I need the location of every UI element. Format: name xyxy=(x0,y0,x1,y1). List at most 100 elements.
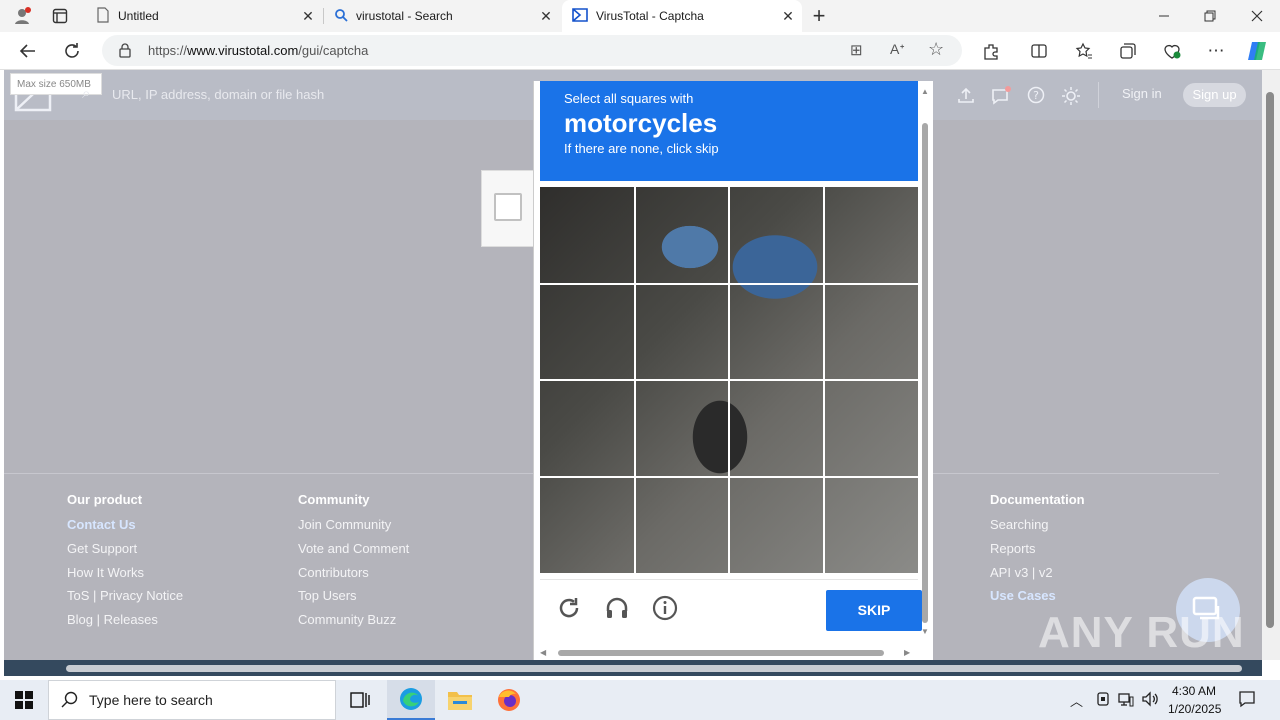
copilot-icon[interactable] xyxy=(1243,37,1271,65)
minimize-icon[interactable] xyxy=(1150,2,1178,30)
captcha-tile[interactable] xyxy=(635,477,730,574)
scroll-thumb[interactable] xyxy=(558,650,884,656)
captcha-tile[interactable] xyxy=(540,284,635,381)
footer-link-join-community[interactable]: Join Community xyxy=(298,517,409,541)
captcha-tile[interactable] xyxy=(635,187,730,284)
audio-challenge-icon[interactable] xyxy=(602,595,632,625)
taskbar-search-box[interactable]: Type here to search xyxy=(48,680,336,720)
page-horizontal-scrollbar[interactable] xyxy=(4,660,1262,676)
footer-heading: Documentation xyxy=(990,492,1085,507)
captcha-tile[interactable] xyxy=(824,284,919,381)
footer-documentation: Documentation Searching Reports API v3 |… xyxy=(990,492,1085,612)
close-tab-icon[interactable]: ✕ xyxy=(300,8,316,24)
footer-link-searching[interactable]: Searching xyxy=(990,517,1085,541)
split-screen-icon[interactable] xyxy=(1025,37,1053,65)
captcha-tile[interactable] xyxy=(729,477,824,574)
captcha-tile[interactable] xyxy=(729,187,824,284)
footer-link-contributors[interactable]: Contributors xyxy=(298,565,409,589)
sign-up-button[interactable]: Sign up xyxy=(1183,83,1246,107)
footer-link-contact-us[interactable]: Contact Us xyxy=(67,517,183,541)
taskbar-clock-date[interactable]: 1/20/2025 xyxy=(1168,702,1221,716)
task-view-icon[interactable] xyxy=(336,680,384,720)
footer-link-vote-comment[interactable]: Vote and Comment xyxy=(298,541,409,565)
captcha-tile[interactable] xyxy=(540,477,635,574)
footer-link-api[interactable]: API v3 | v2 xyxy=(990,565,1085,589)
chat-icon[interactable] xyxy=(991,86,1011,106)
footer-heading: Our product xyxy=(67,492,143,507)
info-icon[interactable] xyxy=(650,595,680,625)
device-icon[interactable] xyxy=(1096,691,1110,712)
volume-icon[interactable] xyxy=(1141,690,1159,713)
sign-in-link[interactable]: Sign in xyxy=(1122,86,1162,101)
theme-toggle-icon[interactable] xyxy=(1061,86,1081,106)
footer-link-reports[interactable]: Reports xyxy=(990,541,1085,565)
close-window-icon[interactable] xyxy=(1243,2,1271,30)
firefox-icon[interactable] xyxy=(485,680,533,720)
more-menu-icon[interactable]: ⋯ xyxy=(1202,37,1230,65)
captcha-tile[interactable] xyxy=(729,380,824,477)
captcha-vertical-scrollbar[interactable]: ▲ ▼ xyxy=(920,87,930,637)
recaptcha-checkbox[interactable] xyxy=(494,193,522,221)
help-icon[interactable]: ? xyxy=(1026,86,1046,106)
tab-virustotal-search[interactable]: virustotal - Search ✕ xyxy=(326,0,560,32)
footer-link-tos-privacy[interactable]: ToS | Privacy Notice xyxy=(67,588,183,612)
page-vertical-scrollbar[interactable] xyxy=(1262,70,1280,660)
scroll-thumb[interactable] xyxy=(922,123,928,623)
captcha-horizontal-scrollbar[interactable]: ◀ ▶ xyxy=(540,647,918,659)
windows-start-icon[interactable] xyxy=(0,680,48,720)
reload-icon[interactable] xyxy=(554,595,584,625)
tab-actions-icon[interactable] xyxy=(46,2,74,30)
collections-icon[interactable] xyxy=(1114,37,1142,65)
profile-icon[interactable] xyxy=(8,2,36,30)
favorites-icon[interactable] xyxy=(1070,37,1098,65)
footer-link-community-buzz[interactable]: Community Buzz xyxy=(298,612,409,636)
scroll-up-icon[interactable]: ▲ xyxy=(921,87,929,96)
close-tab-icon[interactable]: ✕ xyxy=(538,8,554,24)
search-input[interactable]: URL, IP address, domain or file hash xyxy=(112,87,324,102)
new-tab-icon[interactable]: + xyxy=(805,2,833,30)
captcha-tile[interactable] xyxy=(824,477,919,574)
network-icon[interactable] xyxy=(1118,691,1134,712)
tab-untitled[interactable]: Untitled ✕ xyxy=(88,0,322,32)
captcha-tile[interactable] xyxy=(635,284,730,381)
extensions-icon[interactable] xyxy=(977,37,1005,65)
taskbar-clock-time[interactable]: 4:30 AM xyxy=(1172,684,1216,698)
close-tab-icon[interactable]: ✕ xyxy=(780,8,796,24)
url-text: https://www.virustotal.com/gui/captcha xyxy=(148,43,369,58)
footer-link-get-support[interactable]: Get Support xyxy=(67,541,183,565)
captcha-tile[interactable] xyxy=(635,380,730,477)
edge-taskbar-icon[interactable] xyxy=(387,680,435,720)
file-explorer-icon[interactable] xyxy=(436,680,484,720)
read-aloud-icon[interactable]: Aᐩ xyxy=(890,41,905,58)
windows-taskbar: Type here to search ︿ 4:30 AM 1/20/2025 xyxy=(0,680,1280,720)
back-icon[interactable] xyxy=(14,37,42,65)
restore-icon[interactable] xyxy=(1196,2,1224,30)
search-icon xyxy=(334,8,348,25)
scroll-left-icon[interactable]: ◀ xyxy=(540,648,546,657)
captcha-tile[interactable] xyxy=(540,380,635,477)
refresh-icon[interactable] xyxy=(58,37,86,65)
browser-essentials-icon[interactable] xyxy=(1158,37,1186,65)
upload-icon[interactable] xyxy=(956,86,976,106)
captcha-tile[interactable] xyxy=(824,187,919,284)
favorite-star-icon[interactable]: ☆ xyxy=(928,39,944,60)
scroll-thumb[interactable] xyxy=(1266,92,1274,628)
address-bar[interactable]: https://www.virustotal.com/gui/captcha ⊞… xyxy=(102,35,962,66)
footer-link-how-it-works[interactable]: How It Works xyxy=(67,565,183,589)
tab-virustotal-captcha[interactable]: VirusTotal - Captcha ✕ xyxy=(562,0,802,32)
grid-divider xyxy=(540,379,918,381)
scroll-thumb[interactable] xyxy=(66,665,1242,672)
footer-link-top-users[interactable]: Top Users xyxy=(298,588,409,612)
show-hidden-icons-icon[interactable]: ︿ xyxy=(1070,691,1083,710)
captcha-tile[interactable] xyxy=(824,380,919,477)
lock-icon[interactable] xyxy=(118,42,132,63)
notifications-icon[interactable] xyxy=(1238,690,1256,713)
captcha-tile[interactable] xyxy=(729,284,824,381)
captcha-tile[interactable] xyxy=(540,187,635,284)
app-available-icon[interactable]: ⊞ xyxy=(850,41,863,59)
svg-text:?: ? xyxy=(1033,89,1039,102)
scroll-right-icon[interactable]: ▶ xyxy=(904,648,910,657)
skip-button[interactable]: SKIP xyxy=(826,590,922,631)
scroll-down-icon[interactable]: ▼ xyxy=(921,627,929,636)
footer-link-blog-releases[interactable]: Blog | Releases xyxy=(67,612,183,636)
